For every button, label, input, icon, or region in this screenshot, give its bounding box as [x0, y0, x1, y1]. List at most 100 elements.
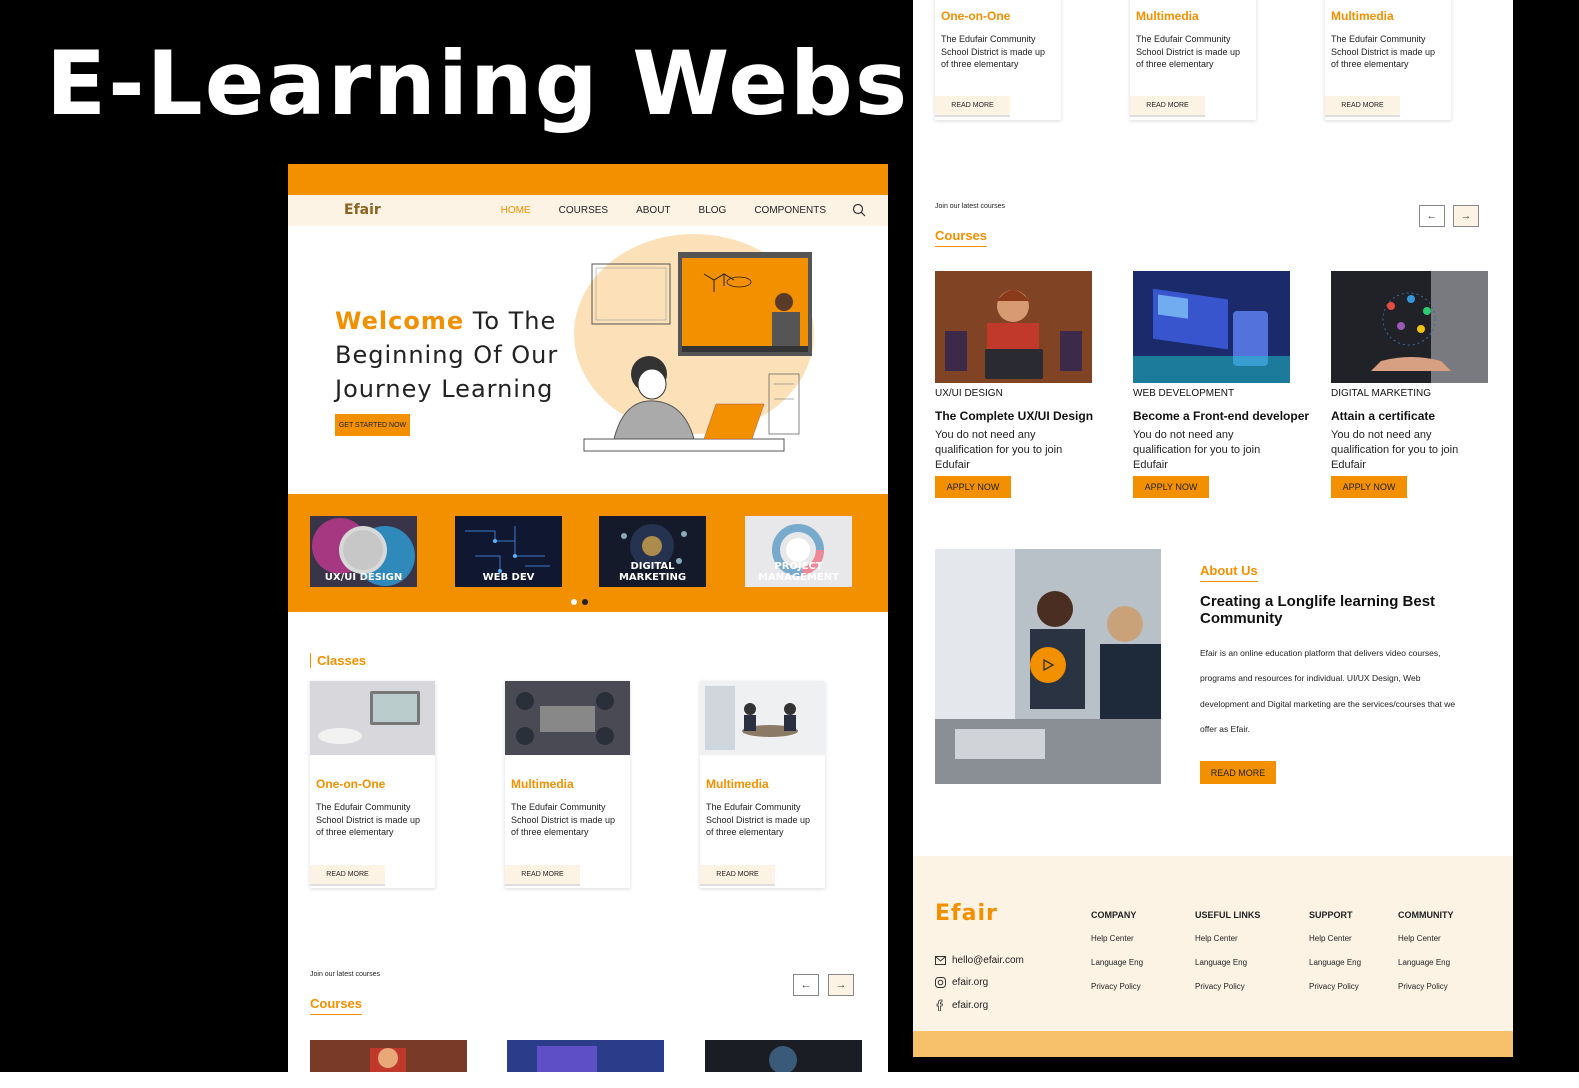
footer-link[interactable]: Help Center [1309, 934, 1361, 943]
course-card[interactable]: DIGITAL MARKETING Attain a certificate Y… [1331, 271, 1488, 498]
nav-link-home[interactable]: HOME [501, 205, 531, 216]
class-image [310, 681, 435, 755]
get-started-button[interactable]: GET STARTED NOW [335, 414, 410, 436]
hero-accent: Welcome [335, 307, 465, 335]
arrow-right-icon: → [1460, 210, 1472, 222]
carousel-dot-active[interactable] [582, 599, 588, 605]
prev-arrow-button[interactable]: ← [793, 974, 819, 996]
class-card[interactable]: Multimedia The Edufair Community School … [505, 681, 630, 888]
footer-link[interactable]: Language Eng [1398, 958, 1454, 967]
category-card-webdev[interactable]: WEB DEV [455, 516, 562, 587]
nav-link-components[interactable]: COMPONENTS [754, 205, 826, 216]
category-card-pm[interactable]: PROJECT MANAGEMENT [745, 516, 852, 587]
search-icon[interactable] [852, 203, 866, 217]
page-title: E-Learning Website [46, 32, 1048, 135]
footer-instagram[interactable]: efair.org [935, 977, 988, 988]
class-card[interactable]: One-on-One The Edufair Community School … [310, 681, 435, 888]
about-text: Efair is an online education platform th… [1200, 648, 1456, 734]
courses-title: Courses [935, 228, 988, 247]
nav-link-about[interactable]: ABOUT [636, 205, 670, 216]
mail-icon [935, 956, 946, 965]
join-courses-text: Join our latest courses [310, 971, 381, 978]
course-image [1133, 271, 1290, 383]
apply-now-button[interactable]: APPLY NOW [935, 476, 1011, 498]
course-title: Attain a certificate [1331, 409, 1436, 423]
class-name: Multimedia [1331, 9, 1394, 23]
footer-column-title: COMMUNITY [1398, 910, 1454, 920]
read-more-button[interactable]: READ MORE [310, 865, 385, 886]
courses-title: Courses [310, 996, 363, 1015]
footer-link[interactable]: Privacy Policy [1398, 982, 1454, 991]
footer-column-title: COMPANY [1091, 910, 1137, 920]
class-card[interactable]: Multimedia The Edufair Community School … [1130, 0, 1256, 120]
left-page-mockup: Efair HOME COURSES ABOUT BLOG COMPONENTS… [288, 164, 888, 1072]
right-page-mockup: One-on-One The Edufair Community School … [913, 0, 1513, 1057]
footer-link[interactable]: Help Center [1195, 934, 1260, 943]
arrow-left-icon: ← [1426, 210, 1438, 222]
top-bar [288, 164, 888, 195]
about-video[interactable] [935, 549, 1161, 784]
arrow-right-icon: → [835, 979, 847, 991]
footer-link[interactable]: Privacy Policy [1309, 982, 1361, 991]
class-card[interactable]: One-on-One The Edufair Community School … [935, 0, 1061, 120]
hero-illustration [574, 234, 814, 452]
category-label: DIGITAL MARKETING [618, 561, 687, 583]
category-card-uxui[interactable]: UX/UI DESIGN [310, 516, 417, 587]
footer-facebook[interactable]: efair.org [935, 999, 988, 1011]
course-category: DIGITAL MARKETING [1331, 388, 1432, 399]
footer-link[interactable]: Language Eng [1309, 958, 1361, 967]
class-name: Multimedia [706, 777, 769, 791]
footer-column-title: SUPPORT [1309, 910, 1353, 920]
class-card[interactable]: Multimedia The Edufair Community School … [700, 681, 825, 888]
class-card[interactable]: Multimedia The Edufair Community School … [1325, 0, 1451, 120]
course-image [935, 271, 1092, 383]
bottom-strip [0, 1072, 1579, 1088]
footer-link[interactable]: Privacy Policy [1091, 982, 1143, 991]
hero-line1: To The [464, 307, 557, 335]
about-read-more-button[interactable]: READ MORE [1200, 761, 1276, 784]
class-image [700, 681, 825, 755]
nav-link-courses[interactable]: COURSES [559, 205, 608, 216]
read-more-button[interactable]: READ MORE [1130, 96, 1205, 117]
read-more-button[interactable]: READ MORE [1325, 96, 1400, 117]
next-arrow-button[interactable]: → [1453, 205, 1479, 227]
footer-link[interactable]: Language Eng [1195, 958, 1260, 967]
navbar: Efair HOME COURSES ABOUT BLOG COMPONENTS [288, 195, 888, 226]
course-card[interactable]: UX/UI DESIGN The Complete UX/UI Design Y… [935, 271, 1093, 498]
footer-email[interactable]: hello@efair.com [935, 955, 1024, 966]
class-description: The Edufair Community School District is… [511, 802, 616, 837]
footer-column-support: SUPPORT Help Center Language Eng Privacy… [1309, 910, 1361, 1006]
play-icon [1043, 658, 1055, 672]
prev-arrow-button[interactable]: ← [1419, 205, 1445, 227]
footer-logo[interactable]: Efair [935, 901, 998, 926]
classes-title: Classes [310, 653, 366, 668]
footer-facebook-text: efair.org [952, 999, 989, 1011]
read-more-button[interactable]: READ MORE [935, 96, 1010, 117]
footer-link[interactable]: Privacy Policy [1195, 982, 1260, 991]
instagram-icon [935, 977, 946, 988]
hero-line3: Journey Learning [335, 375, 554, 403]
course-card[interactable]: WEB DEVELOPMENT Become a Front-end devel… [1133, 271, 1309, 498]
apply-now-button[interactable]: APPLY NOW [1331, 476, 1407, 498]
read-more-button[interactable]: READ MORE [700, 865, 775, 886]
class-name: Multimedia [511, 777, 574, 791]
course-thumbnail-uxui [310, 1040, 467, 1072]
footer-link[interactable]: Help Center [1091, 934, 1143, 943]
class-description: The Edufair Community School District is… [1331, 34, 1436, 69]
nav-link-blog[interactable]: BLOG [699, 205, 727, 216]
category-card-marketing[interactable]: DIGITAL MARKETING [599, 516, 706, 587]
footer-instagram-text: efair.org [952, 977, 989, 988]
play-button[interactable] [1030, 647, 1066, 683]
nav-logo[interactable]: Efair [344, 202, 381, 218]
read-more-button[interactable]: READ MORE [505, 865, 580, 886]
class-description: The Edufair Community School District is… [941, 34, 1046, 69]
next-arrow-button[interactable]: → [828, 974, 854, 996]
category-label: PROJECT MANAGEMENT [758, 561, 839, 583]
carousel-dot[interactable] [571, 599, 577, 605]
course-description: You do not need any qualification for yo… [1331, 429, 1459, 471]
footer-link[interactable]: Help Center [1398, 934, 1454, 943]
class-description: The Edufair Community School District is… [1136, 34, 1241, 69]
footer-link[interactable]: Language Eng [1091, 958, 1143, 967]
apply-now-button[interactable]: APPLY NOW [1133, 476, 1209, 498]
arrow-left-icon: ← [800, 979, 812, 991]
